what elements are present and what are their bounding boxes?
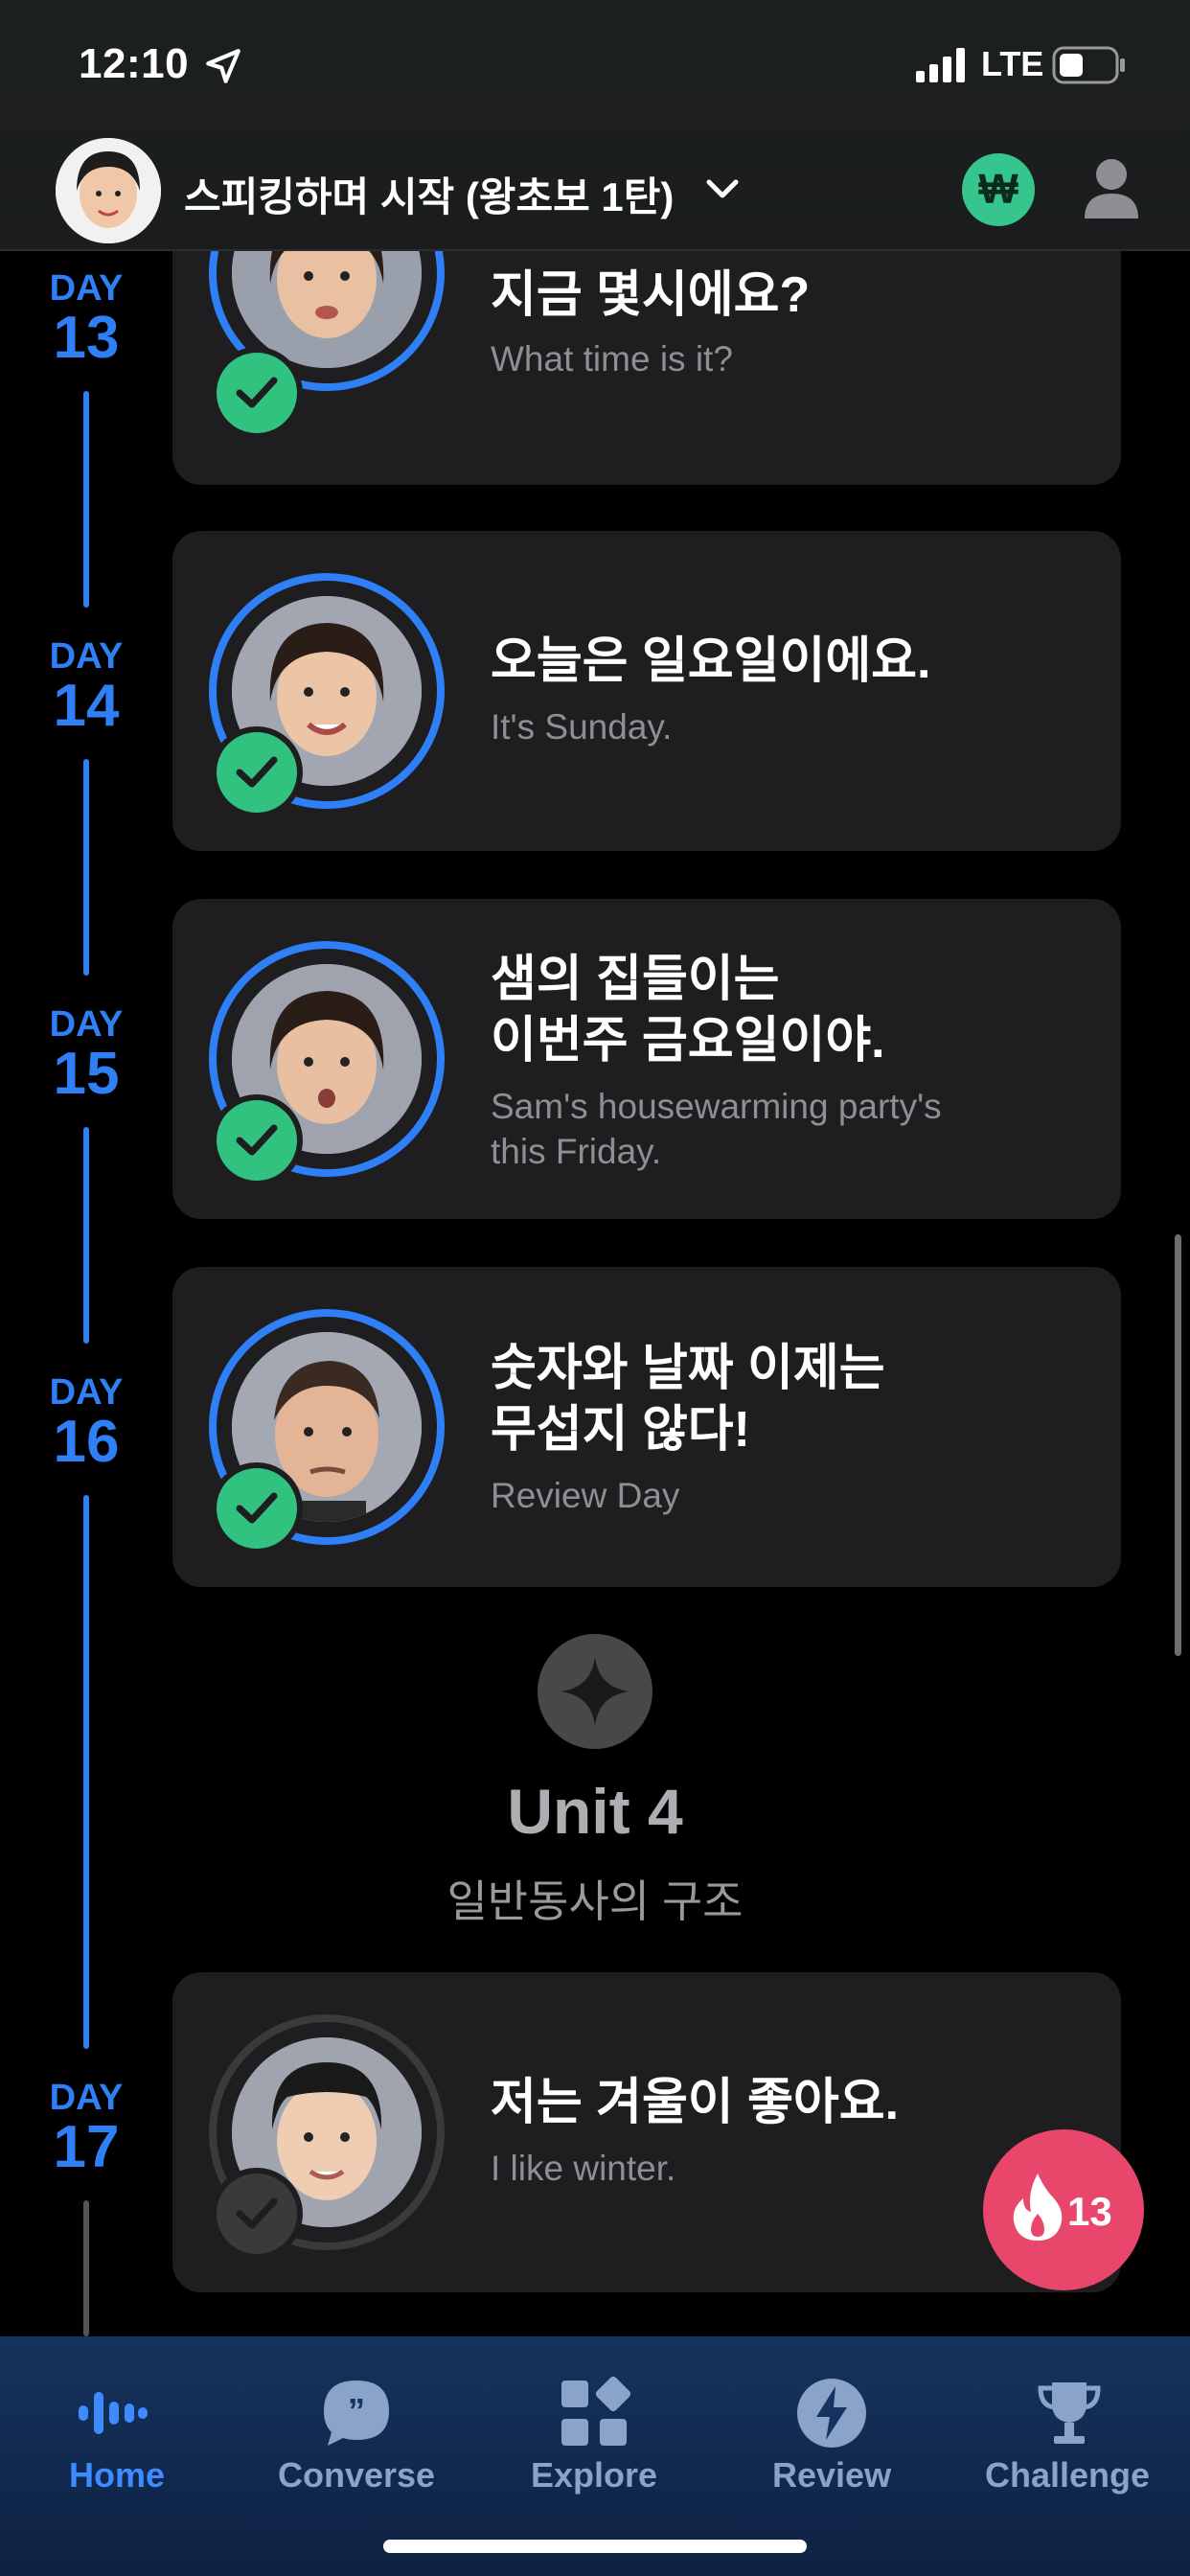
network-type: LTE	[981, 44, 1044, 83]
timeline-line	[83, 1495, 89, 2049]
voice-wave-icon	[79, 2392, 148, 2434]
course-avatar[interactable]	[56, 138, 161, 243]
chevron-down-icon[interactable]	[703, 172, 742, 205]
timeline-line	[83, 2200, 89, 2336]
timeline-line	[83, 391, 89, 608]
day-number: 14	[53, 673, 120, 739]
tab-converse[interactable]: ” Converse	[274, 2336, 437, 2528]
day-label: DAY 17	[38, 2080, 134, 2177]
day-word: DAY	[49, 1372, 124, 1413]
unit-subtitle: 일반동사의 구조	[446, 1876, 744, 1926]
lesson-title-line: 샘의 집들이는	[491, 952, 780, 1007]
lesson-subtitle: Sam's housewarming party's this Friday.	[491, 1085, 942, 1174]
lesson-title: 저는 겨울이 좋아요.	[491, 2075, 900, 2130]
lesson-title: 샘의 집들이는 이번주 금요일이야.	[491, 949, 885, 1072]
tab-explore[interactable]: Explore	[517, 2336, 673, 2528]
tab-review[interactable]: Review	[757, 2336, 906, 2528]
completed-check-icon	[211, 726, 303, 818]
scrollbar[interactable]	[1175, 1234, 1181, 1656]
lesson-card[interactable]: 오늘은 일요일이에요. It's Sunday.	[172, 531, 1121, 851]
status-time: 12:10	[79, 40, 190, 87]
day-word: DAY	[49, 636, 124, 677]
tab-label: Home	[69, 2455, 166, 2495]
lightning-icon	[797, 2379, 866, 2448]
profile-icon[interactable]	[1083, 157, 1140, 220]
day-label: DAY 15	[38, 1006, 134, 1104]
completed-check-icon	[211, 1094, 303, 1186]
day-word: DAY	[49, 2078, 124, 2118]
flame-icon	[1013, 2174, 1063, 2241]
tab-home[interactable]: Home	[38, 2336, 197, 2528]
lesson-card[interactable]: 샘의 집들이는 이번주 금요일이야. Sam's housewarming pa…	[172, 899, 1121, 1219]
streak-count: 13	[1067, 2189, 1112, 2234]
day-label: DAY 14	[38, 638, 134, 736]
svg-text:”: ”	[348, 2391, 365, 2430]
lesson-card[interactable]: 저는 겨울이 좋아요. I like winter.	[172, 1972, 1121, 2292]
location-arrow-icon	[206, 49, 240, 83]
tab-label: Challenge	[985, 2455, 1151, 2495]
course-title[interactable]: 스피킹하며 시작 (왕초보 1탄)	[184, 165, 674, 223]
lesson-subtitle: Review Day	[491, 1476, 680, 1515]
completed-check-icon	[211, 347, 303, 439]
incomplete-check-icon	[211, 2168, 303, 2260]
lesson-title-line: 무섭지 않다!	[491, 1402, 750, 1459]
chat-bubble-icon: ”	[324, 2380, 389, 2446]
lesson-subtitle-line: Sam's housewarming party's	[491, 1087, 942, 1126]
currency-won-icon[interactable]: ₩	[962, 153, 1035, 226]
signal-strength-icon	[916, 48, 965, 82]
lesson-title: 숫자와 날짜 이제는 무섭지 않다!	[491, 1338, 885, 1461]
top-header: 12:10 LTE 스피킹하며 시작 (왕초보 1탄) ₩	[0, 0, 1190, 251]
lesson-title-line: 숫자와 날짜 이제는	[491, 1341, 885, 1396]
home-screen: 12:10 LTE 스피킹하며 시작 (왕초보 1탄) ₩ DAY 13 지금 …	[0, 0, 1190, 2576]
unit-title: Unit 4	[507, 1776, 683, 1847]
tab-challenge[interactable]: Challenge	[983, 2336, 1156, 2528]
day-number: 15	[53, 1041, 120, 1107]
lesson-subtitle: What time is it?	[491, 339, 733, 379]
lesson-subtitle-line: this Friday.	[491, 1131, 662, 1171]
tab-label: Explore	[531, 2455, 658, 2495]
lesson-title: 오늘은 일요일이에요.	[491, 633, 931, 689]
unit-star-icon	[538, 1634, 652, 1749]
lesson-subtitle: I like winter.	[491, 2149, 676, 2188]
day-label: DAY 16	[38, 1374, 134, 1472]
grid-icon	[561, 2376, 631, 2446]
timeline-line	[83, 1127, 89, 1344]
lesson-card[interactable]: 숫자와 날짜 이제는 무섭지 않다! Review Day	[172, 1267, 1121, 1587]
day-word: DAY	[49, 268, 124, 309]
lesson-title-line: 이번주 금요일이야.	[491, 1013, 885, 1070]
avatar-face-icon	[56, 138, 161, 243]
home-indicator[interactable]	[383, 2540, 807, 2553]
lesson-subtitle: It's Sunday.	[491, 707, 673, 747]
timeline-line	[83, 759, 89, 976]
day-number: 17	[53, 2114, 120, 2180]
day-number: 13	[53, 305, 120, 371]
battery-icon	[1052, 46, 1125, 84]
day-number: 16	[53, 1409, 120, 1475]
day-label: DAY 13	[38, 270, 134, 368]
tab-label: Converse	[278, 2455, 436, 2495]
tab-label: Review	[772, 2455, 892, 2495]
streak-button[interactable]: 13	[983, 2129, 1144, 2290]
trophy-icon	[1038, 2382, 1101, 2444]
lesson-title: 지금 몇시에요?	[491, 267, 811, 323]
completed-check-icon	[211, 1462, 303, 1554]
day-word: DAY	[49, 1004, 124, 1045]
